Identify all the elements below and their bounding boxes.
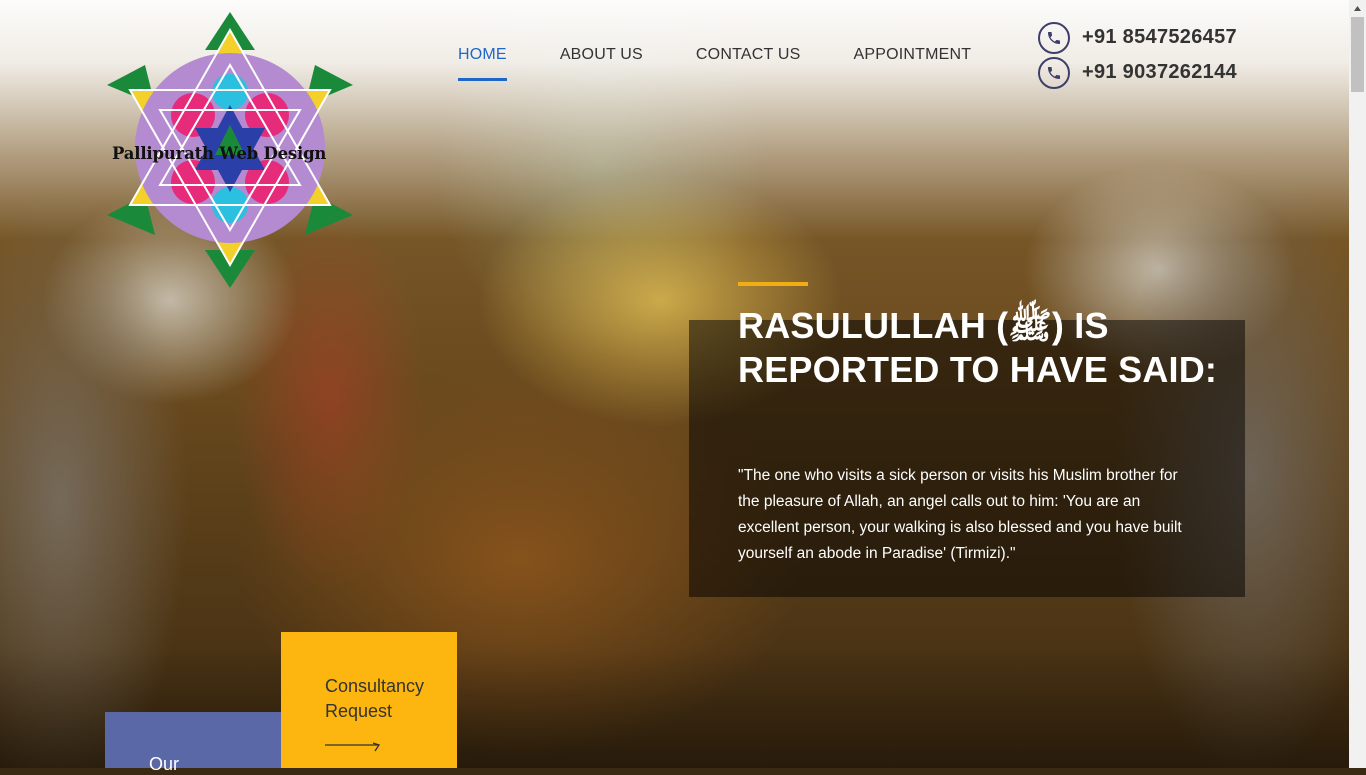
phone-icon	[1038, 56, 1070, 89]
nav-contact-us[interactable]: CONTACT US	[696, 46, 801, 81]
phone-number[interactable]: +91 8547526457	[1082, 26, 1237, 49]
logo-text: Pallipurath Web Design	[112, 144, 327, 163]
nav-home[interactable]: HOME	[458, 46, 507, 81]
page-scrollbar[interactable]	[1349, 0, 1366, 768]
phone-contact-2[interactable]: +91 9037262144	[1038, 55, 1237, 90]
accent-divider	[738, 282, 808, 286]
phone-number[interactable]: +91 9037262144	[1082, 61, 1237, 84]
consultancy-request-label: Consultancy Request	[325, 676, 425, 721]
scroll-thumb[interactable]	[1351, 17, 1364, 92]
hero-title: RASULULLAH (ﷺ) IS REPORTED TO HAVE SAID:	[738, 305, 1218, 390]
nav-appointment[interactable]: APPOINTMENT	[853, 46, 971, 81]
feature-card-our[interactable]: Our	[105, 712, 281, 774]
arrow-right-icon[interactable]	[325, 742, 381, 752]
main-nav: HOME ABOUT US CONTACT US APPOINTMENT	[458, 46, 1024, 81]
phone-icon	[1038, 21, 1070, 54]
feature-card-label: Our	[149, 754, 180, 774]
phone-contact-1[interactable]: +91 8547526457	[1038, 20, 1237, 55]
nav-about-us[interactable]: ABOUT US	[560, 46, 643, 81]
consultancy-request-card[interactable]: Consultancy Request	[281, 632, 457, 768]
hero-quote: "The one who visits a sick person or vis…	[738, 467, 1182, 562]
phone-contacts: +91 8547526457 +91 9037262144	[1038, 20, 1237, 90]
scroll-up-icon[interactable]	[1349, 0, 1366, 17]
